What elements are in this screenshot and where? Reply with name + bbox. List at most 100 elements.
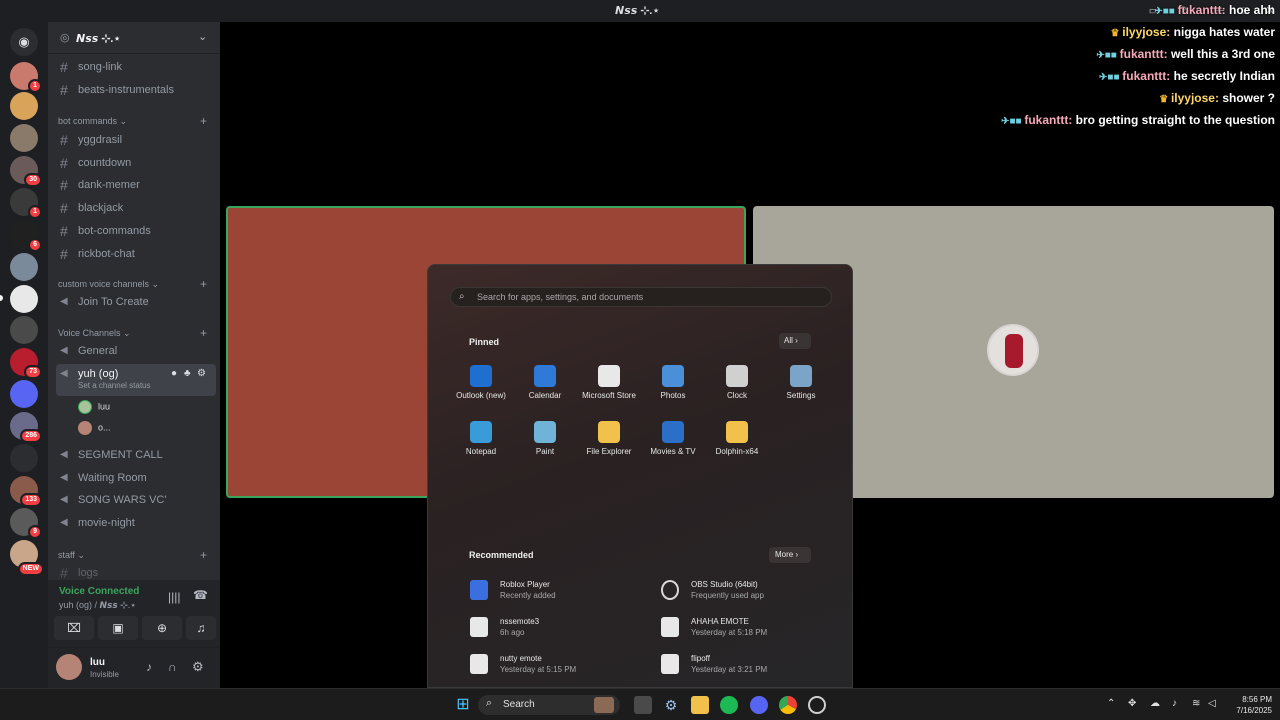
taskbar-search[interactable]: ⌕ Search (478, 695, 620, 715)
server-icon-9[interactable]: 73 (10, 348, 42, 379)
pinned-app[interactable]: Movies & TV (641, 421, 705, 456)
all-apps-button[interactable]: All › (779, 333, 811, 349)
voice-participant[interactable]: luu (78, 400, 110, 414)
speaker-icon: ◀ (60, 517, 68, 529)
recommended-item[interactable]: flipoff Yesterday at 3:21 PM (661, 654, 767, 674)
search-highlight-icon (594, 697, 614, 713)
pinned-app[interactable]: Notepad (449, 421, 513, 456)
server-icon-0[interactable]: 1 (10, 62, 42, 93)
avatar[interactable] (56, 654, 82, 680)
start-search-input[interactable]: ⌕ Search for apps, settings, and documen… (450, 287, 832, 307)
server-icon-13[interactable]: 133 (10, 476, 42, 507)
voice-channel[interactable]: ◀ General (56, 341, 216, 361)
channel-category[interactable]: staff ⌄ + (58, 548, 207, 562)
gear-icon[interactable]: ⚙ (192, 659, 204, 675)
create-channel-icon[interactable]: + (200, 326, 207, 340)
text-channel[interactable]: # yggdrasil (56, 130, 216, 150)
pinned-app[interactable]: Microsoft Store (577, 365, 641, 400)
spotify-icon[interactable] (720, 696, 738, 714)
text-channel[interactable]: # blackjack (56, 198, 216, 218)
server-icon-12[interactable] (10, 444, 38, 472)
server-icon-14[interactable]: 9 (10, 508, 42, 539)
recommended-item[interactable]: OBS Studio (64bit) Frequently used app (661, 580, 764, 600)
voice-participant[interactable]: o... (78, 421, 111, 435)
text-channel[interactable]: # bot-commands (56, 221, 216, 241)
guild-header[interactable]: ◎ 𝙉𝙨𝙨 ⊹.⋆ ⌄ (48, 22, 220, 54)
pinned-app[interactable]: Settings (769, 365, 833, 400)
voice-channel[interactable]: ◀ SEGMENT CALL (56, 445, 216, 465)
settings-icon[interactable]: ⚙ (662, 696, 680, 714)
tray-app-icon[interactable]: ✥ (1128, 698, 1136, 709)
server-icon-10[interactable] (10, 380, 38, 408)
voice-location[interactable]: yuh (og) / 𝙉𝙨𝙨 ⊹.⋆ (59, 600, 136, 611)
text-channel[interactable]: # song-link (56, 57, 216, 77)
voice-channel[interactable]: ◀ movie-night (56, 513, 216, 533)
text-channel[interactable]: # dank-memer (56, 175, 216, 195)
obs-icon[interactable] (808, 696, 826, 714)
onedrive-icon[interactable]: ☁ (1150, 698, 1160, 709)
server-icon-8[interactable] (10, 316, 38, 344)
disconnect-icon[interactable]: ☎ (193, 588, 208, 602)
pinned-app[interactable]: Outlook (new) (449, 365, 513, 400)
volume-icon[interactable]: ◁ (1208, 698, 1216, 709)
windows-start-icon[interactable]: ⊞ (454, 696, 472, 714)
chevron-up-icon[interactable]: ⌃ (1107, 698, 1115, 709)
server-icon-5[interactable]: 6 (10, 221, 42, 252)
more-button[interactable]: More › (769, 547, 811, 563)
noise-suppression-icon[interactable]: |||| (168, 590, 180, 604)
microphone-icon[interactable]: ♪ (146, 660, 152, 674)
pinned-app[interactable]: Calendar (513, 365, 577, 400)
server-icon-2[interactable] (10, 124, 38, 152)
file-explorer-icon[interactable] (691, 696, 709, 714)
gear-icon[interactable]: ⚙ (197, 364, 206, 384)
clock[interactable]: 8:56 PM 7/16/2025 (1228, 694, 1272, 716)
task-view-icon[interactable] (634, 696, 652, 714)
discord-home-button[interactable]: ◉ (10, 28, 38, 56)
pinned-app[interactable]: File Explorer (577, 421, 641, 456)
voice-channel[interactable]: ◀ Join To Create (56, 292, 216, 312)
recommended-item[interactable]: nssemote3 6h ago (470, 617, 539, 637)
channel-category[interactable]: bot commands ⌄ + (58, 114, 207, 128)
chat-bubble-icon[interactable]: ● (171, 364, 177, 384)
chevron-down-icon[interactable]: ⌄ (198, 30, 207, 43)
voice-channel[interactable]: ◀ yuh (og) ● ♣ ⚙ Set a channel status (56, 364, 216, 396)
server-icon-3[interactable]: 30 (10, 156, 42, 187)
server-icon-1[interactable] (10, 92, 38, 120)
app-icon (662, 421, 684, 443)
pinned-app[interactable]: Clock (705, 365, 769, 400)
headphones-icon[interactable]: ∩ (168, 660, 177, 674)
voice-channel[interactable]: ◀ Waiting Room (56, 468, 216, 488)
server-icon-15[interactable]: NEW (10, 540, 44, 576)
recommended-name: flipoff (691, 654, 710, 663)
server-icon-6[interactable] (10, 253, 38, 281)
chrome-icon[interactable] (779, 696, 797, 714)
server-icon-4[interactable]: 1 (10, 188, 42, 219)
channel-category[interactable]: Voice Channels ⌄ + (58, 326, 207, 340)
recommended-item[interactable]: AHAHA EMOTE Yesterday at 5:18 PM (661, 617, 767, 637)
pinned-app[interactable]: Photos (641, 365, 705, 400)
guild-boost-icon: ◎ (60, 32, 70, 44)
text-channel[interactable]: # beats-instrumentals (56, 80, 216, 100)
text-channel[interactable]: # countdown (56, 153, 216, 173)
wifi-icon[interactable]: ≋ (1192, 698, 1200, 709)
discord-icon[interactable] (750, 696, 768, 714)
create-channel-icon[interactable]: + (200, 114, 207, 128)
server-icon-7[interactable] (10, 285, 38, 313)
create-channel-icon[interactable]: + (200, 548, 207, 562)
create-channel-icon[interactable]: + (200, 277, 207, 291)
activity-button[interactable]: ⊕ (142, 616, 182, 640)
recommended-item[interactable]: nutty emote Yesterday at 5:15 PM (470, 654, 576, 674)
server-icon-11[interactable]: 286 (10, 412, 42, 443)
channel-status[interactable]: Set a channel status (78, 380, 151, 392)
screen-share-button[interactable]: ▣ (98, 616, 138, 640)
channel-category[interactable]: custom voice channels ⌄ + (58, 277, 207, 291)
camera-button[interactable]: ⌧ (54, 616, 94, 640)
microphone-icon[interactable]: ♪ (1172, 698, 1177, 709)
pinned-app[interactable]: Dolphin-x64 (705, 421, 769, 456)
pinned-app[interactable]: Paint (513, 421, 577, 456)
soundboard-button[interactable]: ♫ (186, 616, 216, 640)
voice-channel[interactable]: ◀ SONG WARS VC' (56, 490, 216, 510)
text-channel[interactable]: # rickbot-chat (56, 244, 216, 264)
add-person-icon[interactable]: ♣ (184, 364, 191, 384)
recommended-item[interactable]: Roblox Player Recently added (470, 580, 556, 600)
